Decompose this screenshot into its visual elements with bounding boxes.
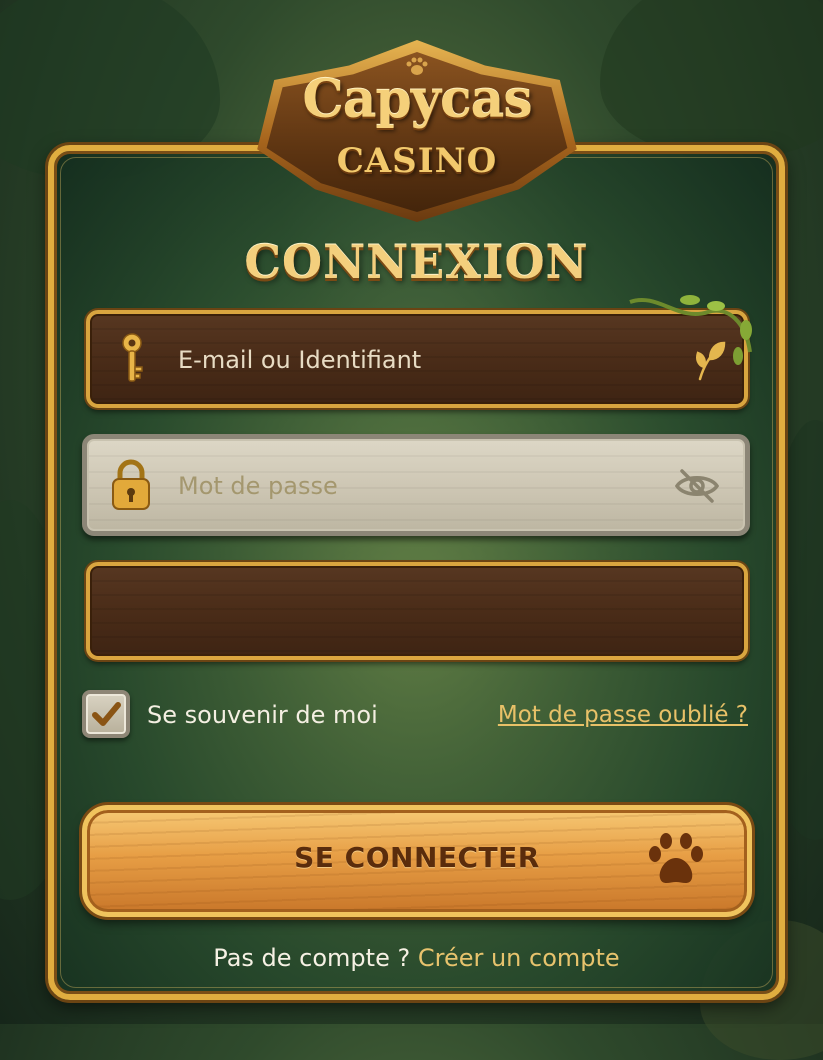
password-input[interactable] [178,466,658,506]
brand-subtitle: CASINO [336,141,498,181]
eye-slash-icon[interactable] [672,464,722,508]
forgot-password-link[interactable]: Mot de passe oublié ? [482,698,748,732]
remember-label[interactable]: Se souvenir de moi [147,698,378,732]
key-icon [112,330,152,386]
extra-input[interactable] [120,592,720,632]
page-title: CONNEXION [244,235,589,289]
email-input[interactable] [178,340,668,380]
check-icon [92,702,121,726]
create-account-link[interactable]: Créer un compte [418,944,620,972]
signup-question: Pas de compte ? [213,944,411,972]
lock-icon [108,456,154,512]
remember-checkbox[interactable] [82,690,130,738]
paw-icon [644,830,708,890]
signup-row: Pas de compte ? Créer un compte [48,940,785,976]
brand-title: Capycas [302,69,532,130]
vine-decoration [629,295,752,365]
